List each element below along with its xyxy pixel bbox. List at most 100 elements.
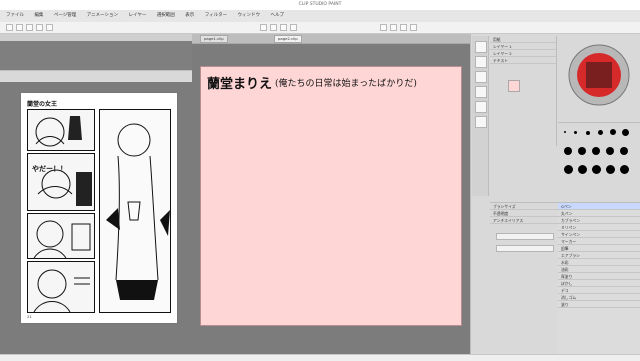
toolbar	[0, 22, 640, 34]
tool-move-button[interactable]	[475, 41, 487, 53]
new-file-button[interactable]	[6, 24, 13, 31]
brush-dot-14[interactable]	[592, 165, 601, 174]
tool-fill-button[interactable]	[475, 101, 487, 113]
brush-dot-12[interactable]	[564, 165, 573, 174]
tab-page1[interactable]: page1.clip	[200, 35, 228, 43]
layer-row-3[interactable]: テキスト	[490, 57, 556, 64]
subtool-item-0[interactable]: Gペン	[558, 203, 640, 210]
manga-panel-main	[99, 109, 171, 313]
canvas-subtitle: (俺たちの日常は始まったばかりだ)	[275, 79, 417, 89]
size-slider[interactable]	[496, 233, 554, 240]
tab-page2[interactable]: page2.clip	[274, 35, 302, 43]
tool-pen-button[interactable]	[475, 71, 487, 83]
sub-tool-panel: Gペン 丸ペン カブラペン ミリペン サインペン マーカー 鉛筆 エアブラシ 水…	[558, 202, 640, 355]
manga-panel-3	[27, 213, 95, 259]
brush-dot-16[interactable]	[620, 165, 629, 174]
subtool-item-12[interactable]: デコ	[558, 287, 640, 294]
subtool-item-13[interactable]: 消しゴム	[558, 294, 640, 301]
subtool-item-4[interactable]: サインペン	[558, 231, 640, 238]
brush-dot-9[interactable]	[592, 147, 600, 155]
grid-button[interactable]	[400, 24, 407, 31]
prop-row-0[interactable]: ブラシサイズ	[490, 203, 558, 210]
menu-view[interactable]: 表示	[185, 13, 194, 18]
tool-eraser-button[interactable]	[475, 86, 487, 98]
subtool-item-11[interactable]: ぼかし	[558, 280, 640, 287]
subtool-item-3[interactable]: ミリペン	[558, 224, 640, 231]
menu-window[interactable]: ウィンドウ	[238, 13, 261, 18]
subtool-item-1[interactable]: 丸ペン	[558, 210, 640, 217]
menu-animation[interactable]: アニメーション	[87, 13, 118, 18]
menu-layer[interactable]: レイヤー	[129, 13, 147, 18]
open-file-button[interactable]	[16, 24, 23, 31]
brush-dot-4[interactable]	[598, 130, 603, 135]
zoom-out-button[interactable]	[270, 24, 277, 31]
layer-row-0[interactable]: 用紙	[490, 36, 556, 43]
menu-edit[interactable]: 編集	[34, 13, 43, 18]
layer-row-1[interactable]: レイヤー 1	[490, 43, 556, 50]
brush-dot-13[interactable]	[578, 165, 587, 174]
subtool-item-14[interactable]: 塗り	[558, 301, 640, 308]
save-button[interactable]	[26, 24, 33, 31]
subtool-item-10[interactable]: 厚塗り	[558, 273, 640, 280]
tool-property-panel: ブラシサイズ 不透明度 アンチエイリアス	[490, 202, 559, 355]
menu-file[interactable]: ファイル	[6, 13, 24, 18]
ruler-button[interactable]	[380, 24, 387, 31]
manga-title: 蘭堂の女王	[27, 101, 58, 108]
manga-panel-2: やだー！！	[27, 153, 95, 211]
brush-dot-2[interactable]	[574, 131, 577, 134]
menu-filter[interactable]: フィルター	[205, 13, 227, 18]
layer-row-2[interactable]: レイヤー 2	[490, 50, 556, 57]
prop-row-1[interactable]: 不透明度	[490, 210, 558, 217]
zoom-in-button[interactable]	[260, 24, 267, 31]
text-canvas[interactable]: 蘭堂まりえ (俺たちの日常は始まったばかりだ)	[200, 66, 462, 326]
brush-dot-8[interactable]	[578, 147, 586, 155]
tool-text-button[interactable]	[475, 116, 487, 128]
menu-selection[interactable]: 選択範囲	[157, 13, 175, 18]
manga-illustration-main	[106, 123, 170, 300]
subtool-item-8[interactable]: 水彩	[558, 259, 640, 266]
brush-dot-15[interactable]	[606, 165, 615, 174]
transform-button[interactable]	[410, 24, 417, 31]
manga-illustration-1	[35, 116, 82, 147]
document-tabs: page1.clip page2.clip	[192, 34, 470, 44]
prop-row-2[interactable]: アンチエイリアス	[490, 217, 558, 224]
fit-button[interactable]	[280, 24, 287, 31]
menu-help[interactable]: ヘルプ	[270, 13, 284, 18]
color-wheel-panel	[558, 36, 640, 122]
window-title: CLIP STUDIO PAINT	[298, 2, 342, 7]
menu-page[interactable]: ページ管理	[54, 13, 76, 18]
brush-dot-11[interactable]	[620, 147, 628, 155]
manga-panel-1	[27, 109, 95, 151]
tool-strip	[472, 36, 489, 196]
manga-illustration-4	[33, 269, 90, 312]
manga-illustration-3	[33, 220, 91, 258]
redo-button[interactable]	[46, 24, 53, 31]
subtool-item-2[interactable]: カブラペン	[558, 217, 640, 224]
brush-dot-6[interactable]	[622, 129, 629, 136]
manga-illustration-2	[37, 169, 92, 206]
subtool-item-9[interactable]: 油彩	[558, 266, 640, 273]
brush-dot-7[interactable]	[564, 147, 572, 155]
subtool-item-6[interactable]: 鉛筆	[558, 245, 640, 252]
color-wheel[interactable]	[566, 42, 632, 108]
opacity-slider[interactable]	[496, 245, 554, 252]
canvas-title: 蘭堂まりえ	[207, 77, 273, 92]
manga-page: 蘭堂の女王 やだー！！ 21	[20, 92, 178, 324]
navigator-view	[0, 41, 192, 70]
brush-dot-10[interactable]	[606, 147, 614, 155]
layer-thumbnail	[508, 80, 520, 92]
tool-select-button[interactable]	[475, 56, 487, 68]
subtool-item-5[interactable]: マーカー	[558, 238, 640, 245]
subtool-item-7[interactable]: エアブラシ	[558, 252, 640, 259]
undo-button[interactable]	[36, 24, 43, 31]
manga-page-number: 21	[27, 314, 32, 319]
brush-size-panel	[558, 122, 640, 203]
snap-button[interactable]	[390, 24, 397, 31]
layers-panel: 用紙 レイヤー 1 レイヤー 2 テキスト	[490, 36, 557, 146]
rotate-button[interactable]	[290, 24, 297, 31]
manga-panel-4	[27, 261, 95, 313]
brush-dot-5[interactable]	[610, 129, 616, 135]
brush-dot-3[interactable]	[586, 131, 590, 135]
navigator-panel	[0, 34, 192, 91]
brush-dot-1[interactable]	[564, 131, 566, 133]
